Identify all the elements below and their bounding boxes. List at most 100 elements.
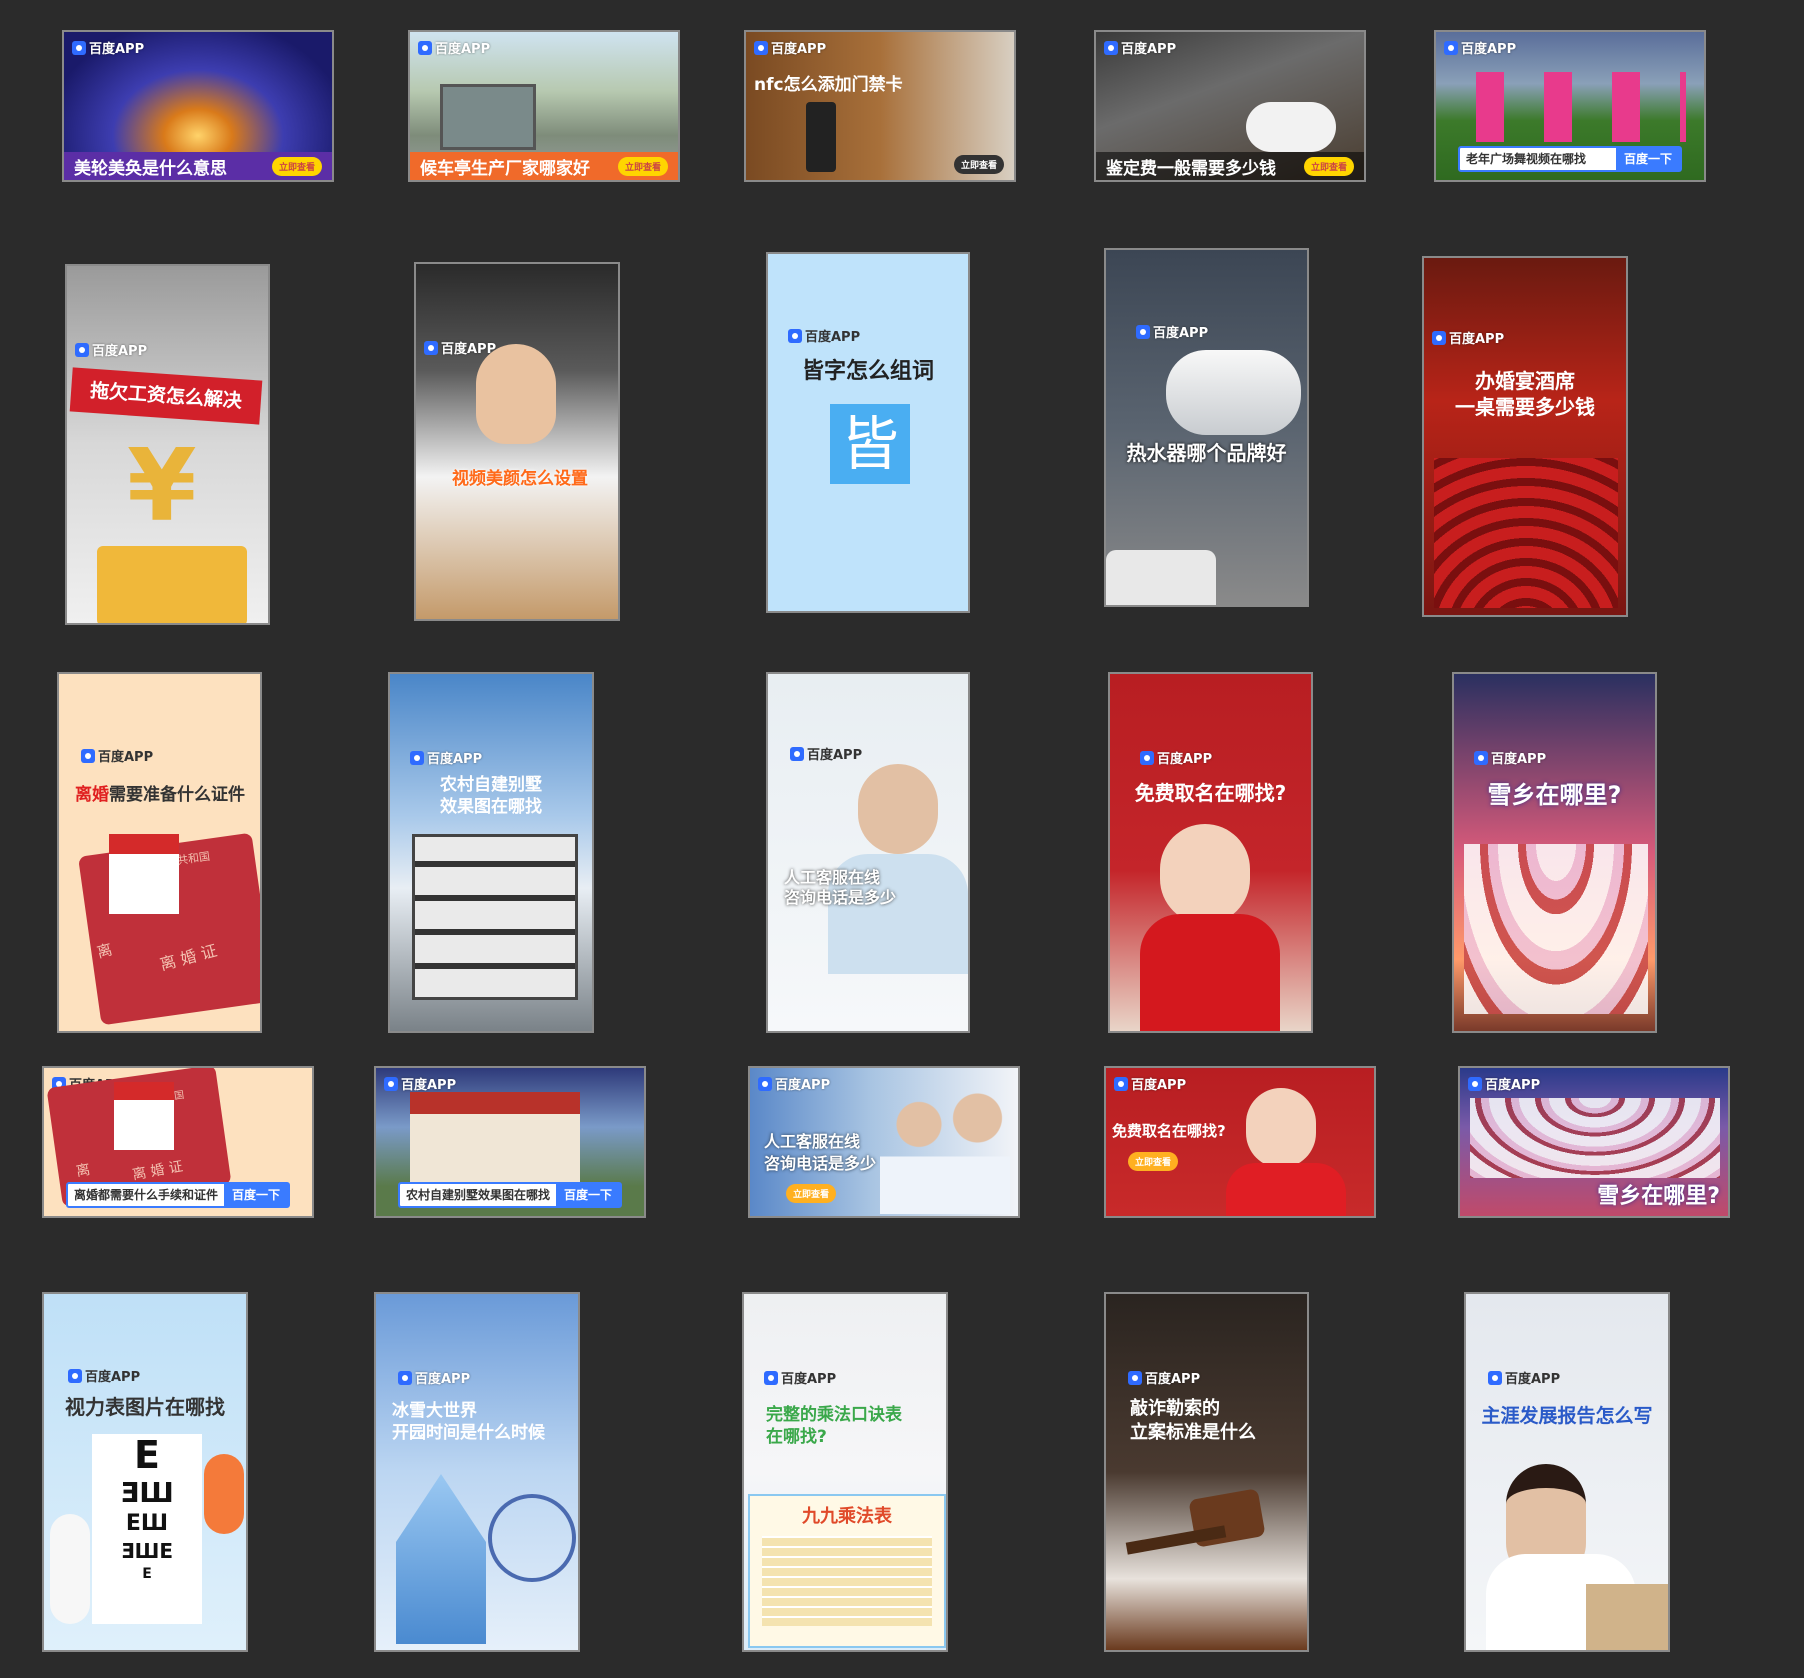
search-query[interactable]: 老年广场舞视频在哪找: [1460, 148, 1616, 170]
ad-headline-rest: 需要准备什么证件: [109, 785, 245, 805]
search-button[interactable]: 百度一下: [1615, 148, 1680, 170]
character-glyph: 皆: [830, 404, 910, 484]
view-now-button[interactable]: 立即查看: [953, 155, 1004, 174]
baidu-app-logo: 百度APP: [754, 38, 826, 57]
customer-service-agents-image: [880, 1086, 1010, 1214]
paw-icon: [758, 1076, 772, 1091]
snow-village-image: [1464, 844, 1648, 1014]
ad-card-6[interactable]: 百度APP 拖欠工资怎么解决 ¥: [65, 264, 270, 625]
baidu-app-logo: 百度APP: [790, 744, 862, 763]
search-button[interactable]: 百度一下: [223, 1184, 288, 1206]
ad-headline-line2: 咨询电话是多少: [784, 888, 897, 907]
ad-card-10[interactable]: 百度APP 办婚宴酒席 一桌需要多少钱: [1422, 256, 1628, 617]
search-bar[interactable]: 农村自建别墅效果图在哪找 百度一下: [398, 1182, 622, 1208]
baidu-app-logo: 百度APP: [68, 1366, 140, 1385]
paw-icon: [1128, 1370, 1142, 1385]
search-query[interactable]: 离婚都需要什么手续和证件: [68, 1184, 224, 1206]
ad-headline-line1: 办婚宴酒席: [1475, 369, 1575, 393]
ad-card-16[interactable]: 百度APP 共和国 离 婚 证 离 离婚都需要什么手续和证件 百度一下: [42, 1066, 314, 1218]
ad-card-7[interactable]: 百度APP 视频美颜怎么设置: [414, 262, 620, 621]
ad-headline-line1: 敲诈勒索的: [1130, 1398, 1220, 1419]
white-gloves-image: [1246, 102, 1336, 152]
baby-outfit-image: [1140, 914, 1280, 1031]
paw-icon: [1474, 750, 1488, 765]
view-now-button[interactable]: 立即查看: [271, 156, 322, 176]
ad-card-14[interactable]: 百度APP 免费取名在哪找?: [1108, 672, 1313, 1033]
paw-icon: [398, 1370, 412, 1385]
baidu-app-logo: 百度APP: [75, 340, 147, 359]
view-now-button[interactable]: 立即查看: [1303, 156, 1354, 176]
baidu-app-logo: 百度APP: [424, 338, 496, 357]
view-now-button[interactable]: 立即查看: [617, 156, 668, 176]
ad-card-2[interactable]: 百度APP 候车亭生产厂家哪家好 立即查看: [408, 30, 680, 182]
ad-headline-highlight: 离婚: [75, 785, 109, 805]
safe-box-image: [97, 546, 247, 623]
ad-headline: 离婚需要准备什么证件: [75, 780, 245, 805]
ad-card-15[interactable]: 百度APP 雪乡在哪里?: [1452, 672, 1657, 1033]
ad-card-12[interactable]: 百度APP 农村自建别墅 效果图在哪找: [388, 672, 594, 1033]
ad-card-1[interactable]: 百度APP 美轮美奂是什么意思 立即查看: [62, 30, 334, 182]
ad-card-17[interactable]: 百度APP 农村自建别墅效果图在哪找 百度一下: [374, 1066, 646, 1218]
ad-headline-line2: 一桌需要多少钱: [1455, 395, 1595, 419]
ad-card-25[interactable]: 百度APP 主涯发展报告怎么写: [1464, 1292, 1670, 1652]
ad-headline: 视频美颜怎么设置: [452, 469, 588, 489]
ad-card-13[interactable]: 百度APP 人工客服在线 咨询电话是多少: [766, 672, 970, 1033]
ad-card-5[interactable]: 百度APP 老年广场舞视频在哪找 百度一下: [1434, 30, 1706, 182]
view-now-button[interactable]: 立即查看: [1128, 1152, 1179, 1171]
doctor-illustration: [50, 1514, 90, 1624]
baby-image: [1246, 1088, 1316, 1168]
dancers-image: [1456, 72, 1686, 142]
ad-card-24[interactable]: 百度APP 敲诈勒索的 立案标准是什么: [1104, 1292, 1309, 1652]
ad-headline: 美轮美奂是什么意思: [74, 158, 227, 179]
paw-icon: [788, 328, 802, 343]
bathtub-image: [1106, 550, 1216, 605]
banquet-hall-image: [1434, 458, 1618, 608]
poster-title: 九九乘法表: [802, 1506, 892, 1527]
search-bar[interactable]: 离婚都需要什么手续和证件 百度一下: [66, 1182, 290, 1208]
ad-card-8[interactable]: 百度APP 皆字怎么组词 皆: [766, 252, 970, 613]
ad-headline: 视力表图片在哪找: [65, 1395, 225, 1419]
search-query[interactable]: 农村自建别墅效果图在哪找: [400, 1184, 556, 1206]
ad-card-23[interactable]: 百度APP 完整的乘法口诀表 在哪找? 九九乘法表: [742, 1292, 948, 1652]
ad-card-18[interactable]: 百度APP 人工客服在线 咨询电话是多少 立即查看: [748, 1066, 1020, 1218]
search-button[interactable]: 百度一下: [555, 1184, 620, 1206]
ad-card-9[interactable]: 百度APP 热水器哪个品牌好: [1104, 248, 1309, 607]
ad-headline-line1: 农村自建别墅: [440, 775, 542, 795]
ad-card-4[interactable]: 百度APP 鉴定费一般需要多少钱 立即查看: [1094, 30, 1366, 182]
ad-headline: 鉴定费一般需要多少钱: [1106, 158, 1276, 179]
paw-icon: [81, 748, 95, 763]
baidu-app-logo: 百度APP: [1474, 748, 1546, 767]
baidu-app-logo: 百度APP: [758, 1074, 830, 1093]
ad-card-19[interactable]: 百度APP 免费取名在哪找? 立即查看: [1104, 1066, 1376, 1218]
door-lock-image: [806, 102, 836, 172]
eye-chart-row: ƎШ: [120, 1476, 174, 1509]
search-bar[interactable]: 老年广场舞视频在哪找 百度一下: [1458, 146, 1682, 172]
ad-card-3[interactable]: 百度APP nfc怎么添加门禁卡 立即查看: [744, 30, 1016, 182]
paw-icon: [424, 340, 438, 355]
paw-icon: [1444, 40, 1458, 55]
baidu-app-logo: 百度APP: [788, 326, 860, 345]
paw-icon: [1432, 330, 1446, 345]
view-now-button[interactable]: 立即查看: [786, 1184, 837, 1203]
paw-icon: [1488, 1370, 1502, 1385]
baby-outfit-image: [1226, 1163, 1346, 1216]
ad-headline: nfc怎么添加门禁卡: [754, 75, 903, 95]
eye-chart-image: E ƎШ ЕШ ƎШЕ Е: [92, 1434, 202, 1624]
baby-image: [1160, 824, 1250, 924]
ad-headline-line1: 人工客服在线: [764, 1132, 861, 1151]
baidu-app-logo: 百度APP: [1114, 1074, 1186, 1093]
paw-icon: [790, 746, 804, 761]
ad-headline: 免费取名在哪找?: [1134, 781, 1287, 805]
paw-icon: [75, 342, 89, 357]
ad-card-21[interactable]: 百度APP 视力表图片在哪找 E ƎШ ЕШ ƎШЕ Е: [42, 1292, 248, 1652]
paw-icon: [72, 40, 86, 55]
baidu-app-logo: 百度APP: [1432, 328, 1504, 347]
snow-village-image: [1470, 1098, 1720, 1178]
ad-headline-line2: 开园时间是什么时候: [392, 1423, 545, 1443]
ad-card-22[interactable]: 百度APP 冰雪大世界 开园时间是什么时候: [374, 1292, 580, 1652]
multiplication-table-poster: 九九乘法表: [748, 1494, 946, 1648]
ad-card-11[interactable]: 百度APP 离婚需要准备什么证件 共和国 离 婚 证 离: [57, 672, 262, 1033]
multiplication-grid: [762, 1536, 932, 1626]
ad-card-20[interactable]: 百度APP 雪乡在哪里?: [1458, 1066, 1730, 1218]
paw-icon: [754, 40, 768, 55]
